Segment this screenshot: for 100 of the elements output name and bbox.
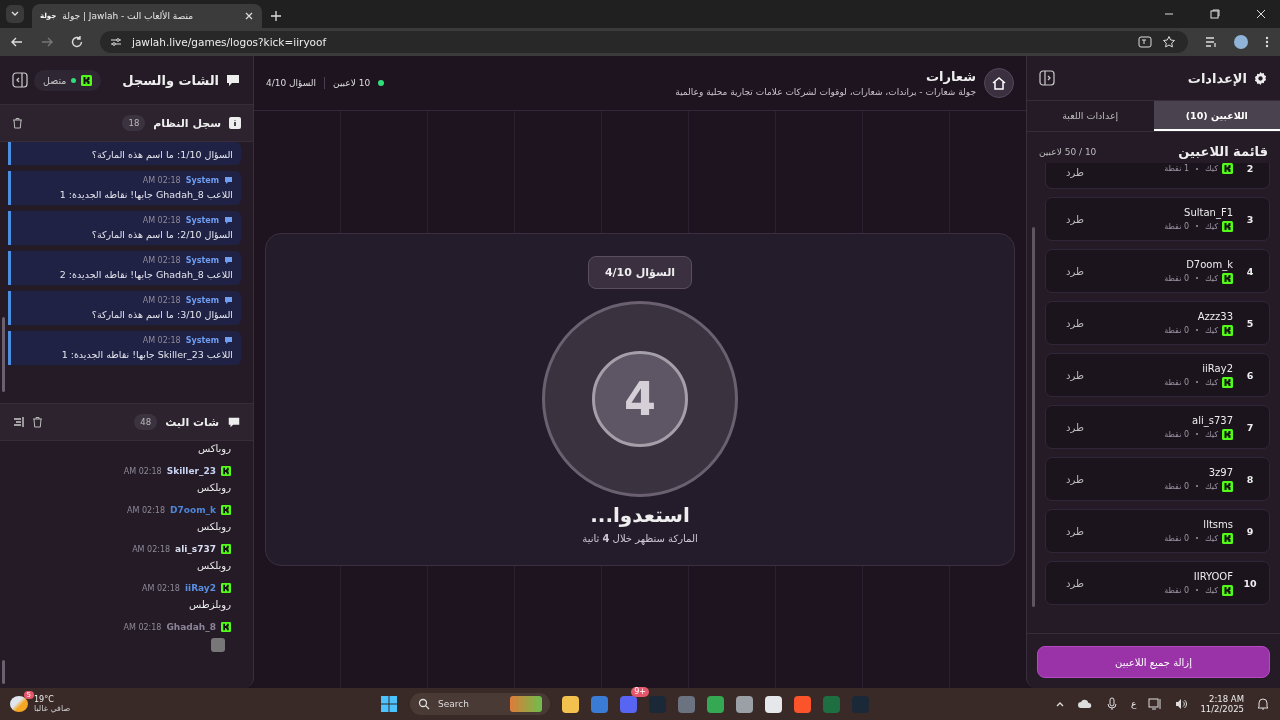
panel-tab[interactable]: إعدادات اللعبة	[1027, 101, 1154, 131]
app-icon[interactable]	[765, 695, 782, 713]
tab-title: جولة | Jawlah - منصة الألعاب الت	[62, 11, 194, 21]
settings-icon	[1253, 70, 1268, 86]
player-points: 0 نقطة	[1164, 221, 1190, 231]
player-name: Azzz33	[1196, 310, 1233, 322]
section-title: شات البث	[165, 415, 219, 429]
player-name: IIRYOOF	[1192, 570, 1233, 582]
message-text: روبلكس	[195, 560, 231, 571]
align-icon[interactable]	[12, 416, 24, 428]
kick-button[interactable]: طرد	[1058, 521, 1092, 541]
platform-name: كيك	[1205, 585, 1218, 595]
cloud-icon[interactable]	[1077, 698, 1094, 710]
notification-bell-icon[interactable]	[1256, 697, 1270, 711]
profile-avatar[interactable]	[1234, 35, 1248, 49]
platform-name: كيك	[1205, 273, 1218, 283]
windows-start-icon[interactable]	[380, 695, 398, 713]
platform-name: كيك	[1205, 325, 1218, 335]
scrollbar-thumb[interactable]	[2, 317, 5, 392]
kick-button[interactable]: طرد	[1058, 573, 1092, 593]
kick-button[interactable]: طرد	[1058, 365, 1092, 385]
panel-title: الشات والسجل	[122, 72, 219, 88]
scrollbar-thumb[interactable]	[2, 660, 5, 684]
countdown-number: 4	[592, 351, 688, 447]
player-points: 0 نقطة	[1164, 377, 1190, 387]
app-icon[interactable]	[707, 695, 724, 713]
address-field[interactable]: jawlah.live/games/logos?kick=iiryoof	[100, 31, 1188, 53]
translate-icon[interactable]	[1138, 35, 1152, 49]
collapse-panel-icon[interactable]	[1039, 70, 1055, 86]
microphone-icon[interactable]	[1105, 697, 1120, 711]
restore-icon[interactable]	[1209, 8, 1221, 20]
ready-heading: استعدوا...	[590, 503, 690, 527]
player-rank: 5	[1245, 317, 1255, 329]
platform-icon	[221, 544, 231, 554]
menu-icon[interactable]	[1264, 35, 1270, 49]
message-text: روباكس	[197, 443, 231, 454]
kick-button[interactable]: طرد	[1058, 417, 1092, 437]
list-title: قائمة اللاعبين	[1178, 144, 1268, 159]
kick-button[interactable]: طرد	[1058, 209, 1092, 229]
close-icon[interactable]	[1255, 8, 1267, 20]
username[interactable]: D7oom_k	[170, 505, 216, 515]
tab-list-button[interactable]	[6, 5, 24, 23]
close-icon[interactable]	[244, 11, 254, 21]
media-queue-icon[interactable]	[1204, 35, 1218, 49]
username[interactable]: Ghadah_8	[166, 622, 216, 632]
timestamp: 02:18 AM	[142, 296, 181, 305]
kick-button[interactable]: طرد	[1058, 469, 1092, 489]
player-name: ali_s737	[1191, 414, 1233, 426]
new-tab-icon[interactable]	[270, 10, 282, 22]
network-icon[interactable]	[1148, 697, 1163, 711]
status-label: متصل	[43, 74, 67, 86]
username[interactable]: ali_s737	[175, 544, 216, 554]
remove-all-button[interactable]: إزالة جميع اللاعبين	[1037, 646, 1270, 678]
platform-icon	[1222, 220, 1233, 232]
platform-icon	[221, 505, 231, 515]
trash-icon[interactable]	[32, 416, 43, 428]
trash-icon[interactable]	[12, 117, 23, 129]
clock-date: 11/2/2025	[1200, 704, 1244, 714]
clock[interactable]: 2:18 AM 11/2/2025	[1200, 694, 1244, 714]
reload-icon[interactable]	[70, 35, 84, 49]
forward-icon[interactable]	[40, 35, 54, 49]
panel-tab[interactable]: اللاعبين (10)	[1153, 101, 1280, 131]
player-name: Sultan_F1	[1183, 206, 1233, 218]
timestamp: 02:18 AM	[142, 336, 181, 345]
site-settings-icon[interactable]	[110, 36, 122, 48]
chat-bubble-icon	[227, 415, 241, 429]
username[interactable]: iiRay2	[184, 583, 216, 593]
kick-button[interactable]: طرد	[1058, 261, 1092, 281]
timestamp: 02:18 AM	[123, 622, 162, 632]
section-title: سجل النظام	[153, 116, 221, 130]
platform-icon	[1222, 428, 1233, 440]
collapse-panel-icon[interactable]	[12, 72, 28, 88]
timestamp: 02:18 AM	[123, 466, 162, 476]
player-points: 0 نقطة	[1164, 429, 1190, 439]
timestamp: 02:18 AM	[142, 583, 180, 593]
taskbar-search-field[interactable]: Search	[410, 693, 550, 715]
input-language[interactable]: ع	[1131, 699, 1137, 709]
volume-icon[interactable]	[1174, 697, 1189, 711]
home-button[interactable]	[984, 68, 1014, 98]
player-rank: 3	[1245, 213, 1255, 225]
bot-icon	[224, 336, 233, 345]
sender-name: System	[185, 296, 219, 305]
platform-name: كيك	[1205, 429, 1218, 439]
timestamp: 02:18 AM	[132, 544, 171, 554]
player-name: lltsms	[1202, 518, 1233, 530]
kick-button[interactable]: طرد	[1058, 163, 1092, 182]
kick-button[interactable]: طرد	[1058, 313, 1092, 333]
search-icon	[418, 698, 430, 710]
sender-name: System	[185, 176, 219, 185]
player-rank: 6	[1245, 369, 1255, 381]
info-icon	[229, 117, 241, 129]
player-points: 0 نقطة	[1164, 481, 1190, 491]
scrollbar-thumb[interactable]	[1032, 227, 1035, 607]
platform-icon	[221, 622, 231, 632]
app-icon[interactable]	[562, 695, 579, 713]
username[interactable]: Skiller_23	[166, 466, 216, 476]
panel-title: الإعدادات	[1187, 70, 1247, 86]
bookmark-star-icon[interactable]	[1162, 35, 1176, 49]
back-icon[interactable]	[10, 35, 24, 49]
app-icon[interactable]	[736, 695, 753, 713]
